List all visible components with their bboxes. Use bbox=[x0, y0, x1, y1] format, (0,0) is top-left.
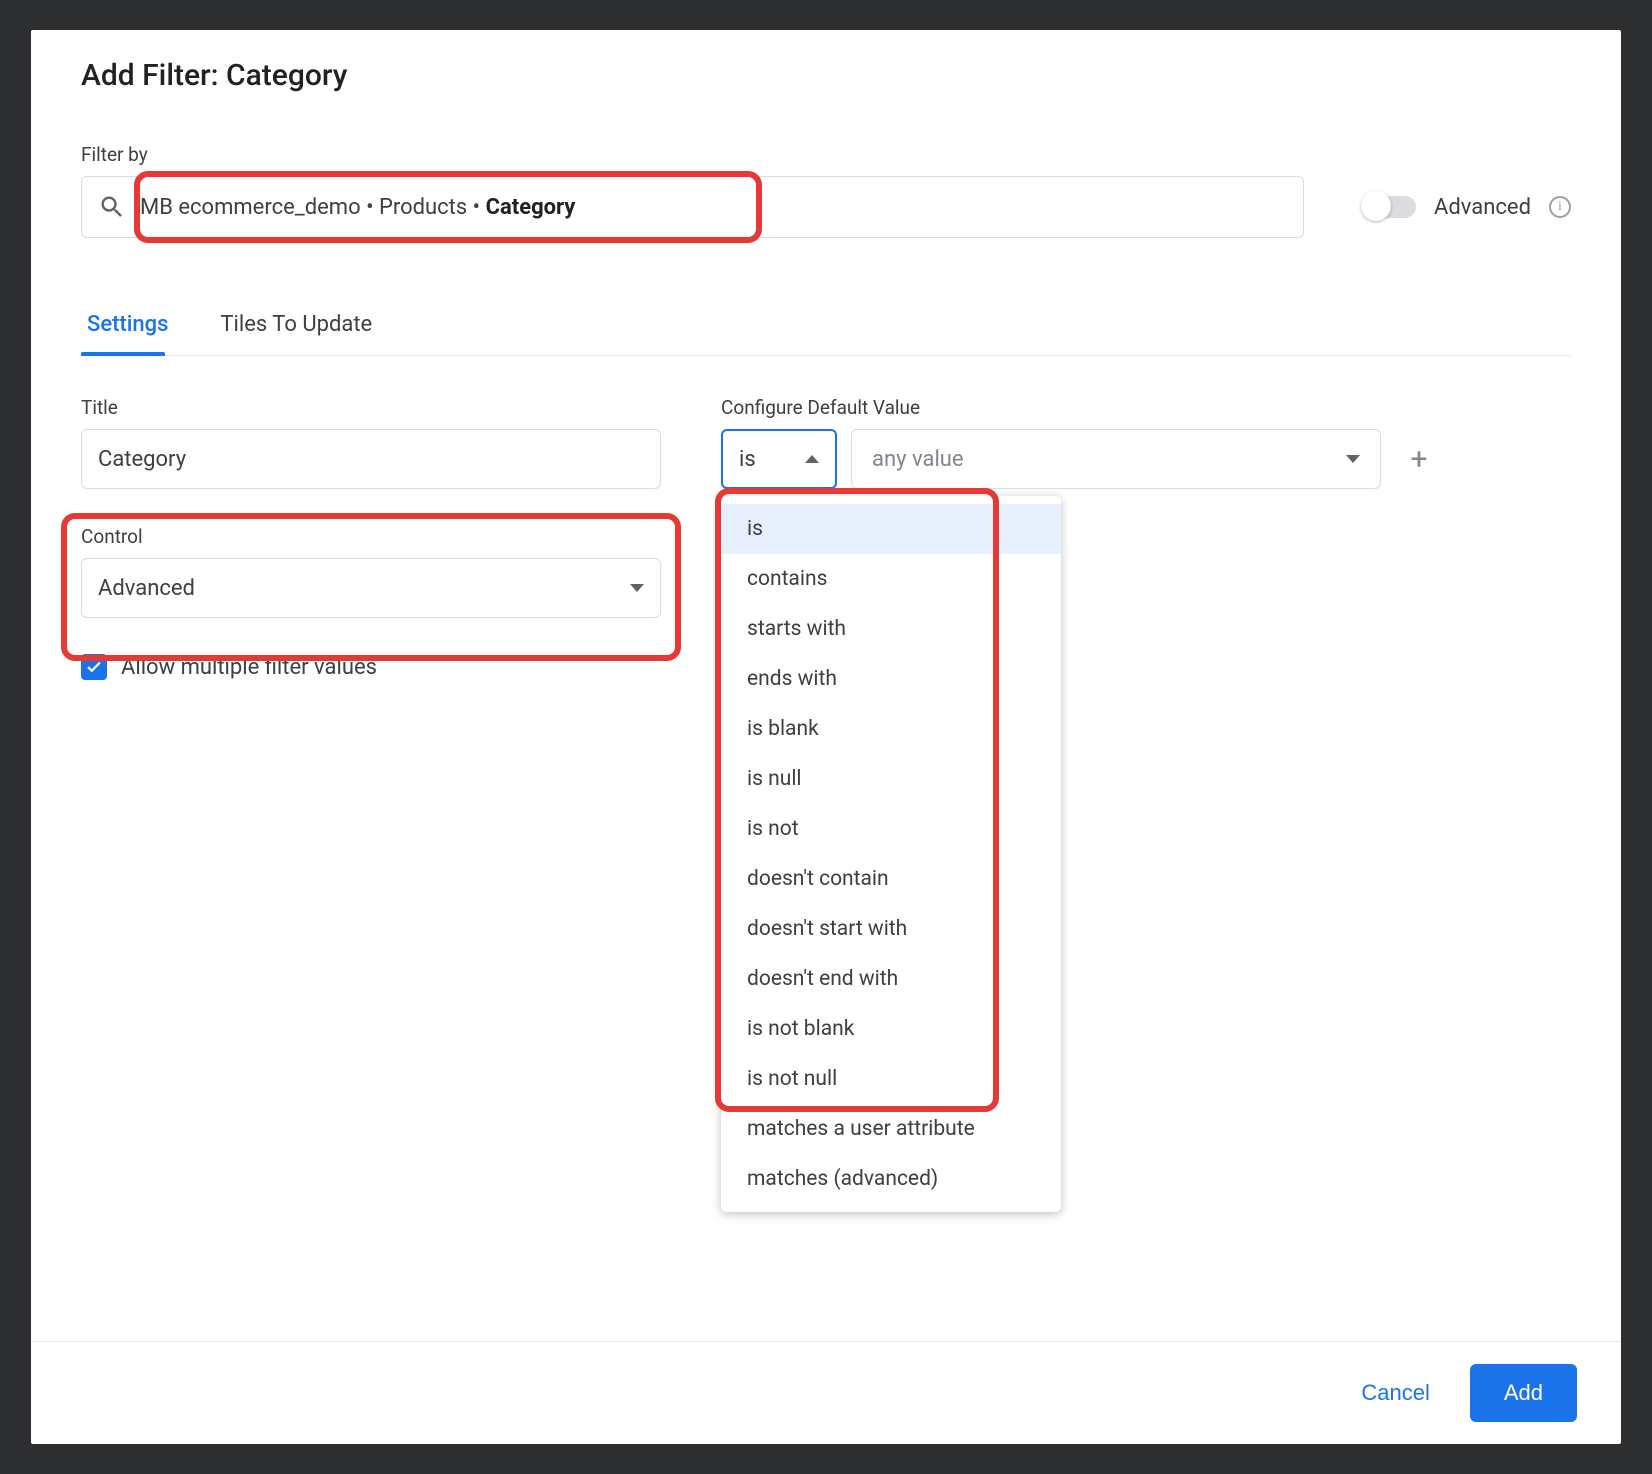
dialog-footer: Cancel Add bbox=[31, 1341, 1621, 1444]
settings-panel: Title Category Control Advanced bbox=[81, 396, 1571, 680]
operator-option-is-not-blank[interactable]: is not blank bbox=[721, 1004, 1061, 1054]
operator-option-is[interactable]: is bbox=[721, 504, 1061, 554]
settings-right-column: Configure Default Value is any value + i… bbox=[721, 396, 1571, 680]
default-value-row: is any value + bbox=[721, 429, 1571, 489]
operator-option-is-not-null[interactable]: is not null bbox=[721, 1054, 1061, 1104]
operator-dropdown: is contains starts with ends with is bla… bbox=[721, 496, 1061, 1212]
control-label: Control bbox=[81, 525, 661, 548]
info-icon[interactable]: i bbox=[1549, 196, 1571, 218]
check-icon bbox=[85, 658, 103, 676]
tabs: Settings Tiles To Update bbox=[81, 294, 1571, 356]
title-input[interactable]: Category bbox=[81, 429, 661, 489]
advanced-toggle[interactable] bbox=[1364, 196, 1416, 218]
control-block: Control Advanced bbox=[81, 519, 661, 618]
operator-option-ends-with[interactable]: ends with bbox=[721, 654, 1061, 704]
operator-option-is-null[interactable]: is null bbox=[721, 754, 1061, 804]
tab-settings[interactable]: Settings bbox=[81, 294, 174, 355]
allow-multiple-checkbox[interactable] bbox=[81, 654, 107, 680]
control-select[interactable]: Advanced bbox=[81, 558, 661, 618]
cancel-button[interactable]: Cancel bbox=[1351, 1368, 1439, 1418]
allow-multiple-row[interactable]: Allow multiple filter values bbox=[81, 654, 661, 680]
operator-option-is-blank[interactable]: is blank bbox=[721, 704, 1061, 754]
operator-option-matches-advanced[interactable]: matches (advanced) bbox=[721, 1154, 1061, 1204]
operator-option-matches-user-attribute[interactable]: matches a user attribute bbox=[721, 1104, 1061, 1154]
filter-by-label: Filter by bbox=[81, 143, 1571, 166]
title-label: Title bbox=[81, 396, 661, 419]
default-value-label: Configure Default Value bbox=[721, 396, 1571, 419]
title-value: Category bbox=[98, 447, 186, 472]
operator-option-contains[interactable]: contains bbox=[721, 554, 1061, 604]
chevron-down-icon bbox=[630, 584, 644, 592]
settings-left-column: Title Category Control Advanced bbox=[81, 396, 661, 680]
tab-tiles-to-update[interactable]: Tiles To Update bbox=[214, 294, 378, 355]
filter-by-search[interactable]: MB ecommerce_demo • Products • Category bbox=[81, 176, 1304, 238]
dialog-header: Add Filter: Category bbox=[31, 30, 1621, 103]
breadcrumb-field: Category bbox=[486, 195, 576, 220]
allow-multiple-label: Allow multiple filter values bbox=[121, 655, 377, 680]
value-select[interactable]: any value bbox=[851, 429, 1381, 489]
dialog-title: Add Filter: Category bbox=[81, 58, 1571, 93]
operator-value: is bbox=[739, 447, 756, 472]
operator-select[interactable]: is bbox=[721, 429, 837, 489]
filter-breadcrumb: MB ecommerce_demo • Products • Category bbox=[140, 195, 575, 220]
advanced-toggle-group: Advanced i bbox=[1364, 195, 1571, 220]
add-button[interactable]: Add bbox=[1470, 1364, 1577, 1422]
search-icon bbox=[98, 193, 126, 221]
operator-option-doesnt-end-with[interactable]: doesn't end with bbox=[721, 954, 1061, 1004]
advanced-label: Advanced bbox=[1434, 195, 1531, 220]
operator-option-is-not[interactable]: is not bbox=[721, 804, 1061, 854]
add-filter-dialog: Add Filter: Category Filter by MB ecomme… bbox=[31, 30, 1621, 1444]
control-value: Advanced bbox=[98, 576, 195, 601]
operator-option-doesnt-contain[interactable]: doesn't contain bbox=[721, 854, 1061, 904]
value-placeholder: any value bbox=[872, 447, 964, 472]
add-condition-button[interactable]: + bbox=[1401, 441, 1437, 477]
chevron-up-icon bbox=[805, 455, 819, 463]
chevron-down-icon bbox=[1346, 455, 1360, 463]
operator-option-doesnt-start-with[interactable]: doesn't start with bbox=[721, 904, 1061, 954]
dialog-body: Filter by MB ecommerce_demo • Products •… bbox=[31, 103, 1621, 1341]
operator-option-starts-with[interactable]: starts with bbox=[721, 604, 1061, 654]
breadcrumb-prefix: MB ecommerce_demo • Products • bbox=[140, 195, 486, 220]
filter-by-row: MB ecommerce_demo • Products • Category … bbox=[81, 176, 1571, 238]
